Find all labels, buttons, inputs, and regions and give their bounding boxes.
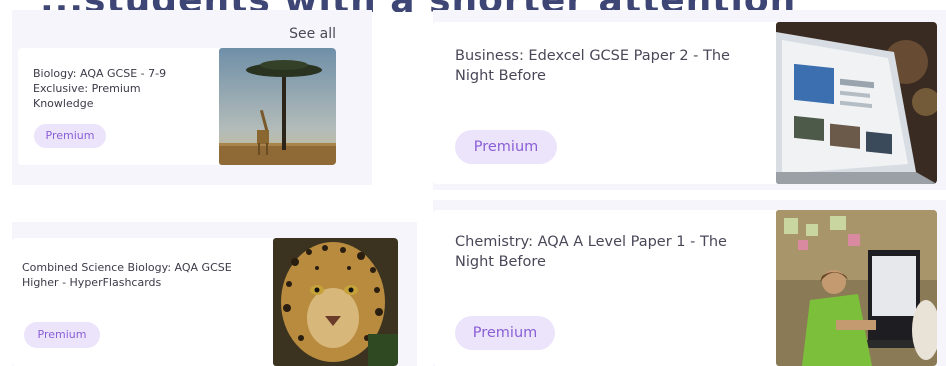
course-title: Chemistry: AQA A Level Paper 1 - The Nig… [455,234,727,270]
students-classroom-image [776,210,937,366]
premium-badge[interactable]: Premium [34,124,106,148]
course-card-business[interactable]: Business: Edexcel GCSE Paper 2 - The Nig… [433,22,937,184]
course-title: Biology: AQA GCSE - 7-9 Exclusive: Premi… [33,67,167,110]
see-all-link[interactable]: See all [289,26,336,42]
giraffe-savanna-image [219,48,336,165]
course-title: Combined Science Biology: AQA GCSE Highe… [22,261,232,289]
premium-badge[interactable]: Premium [455,316,555,350]
course-card-chemistry[interactable]: Chemistry: AQA A Level Paper 1 - The Nig… [433,210,937,366]
premium-badge[interactable]: Premium [24,322,100,348]
premium-badge[interactable]: Premium [455,130,557,164]
course-card-biology[interactable]: Biology: AQA GCSE - 7-9 Exclusive: Premi… [18,48,336,165]
laptop-news-image [776,22,937,184]
course-card-combined-science[interactable]: Combined Science Biology: AQA GCSE Highe… [12,238,398,366]
course-title: Business: Edexcel GCSE Paper 2 - The Nig… [455,48,730,84]
leopard-image [273,238,398,366]
